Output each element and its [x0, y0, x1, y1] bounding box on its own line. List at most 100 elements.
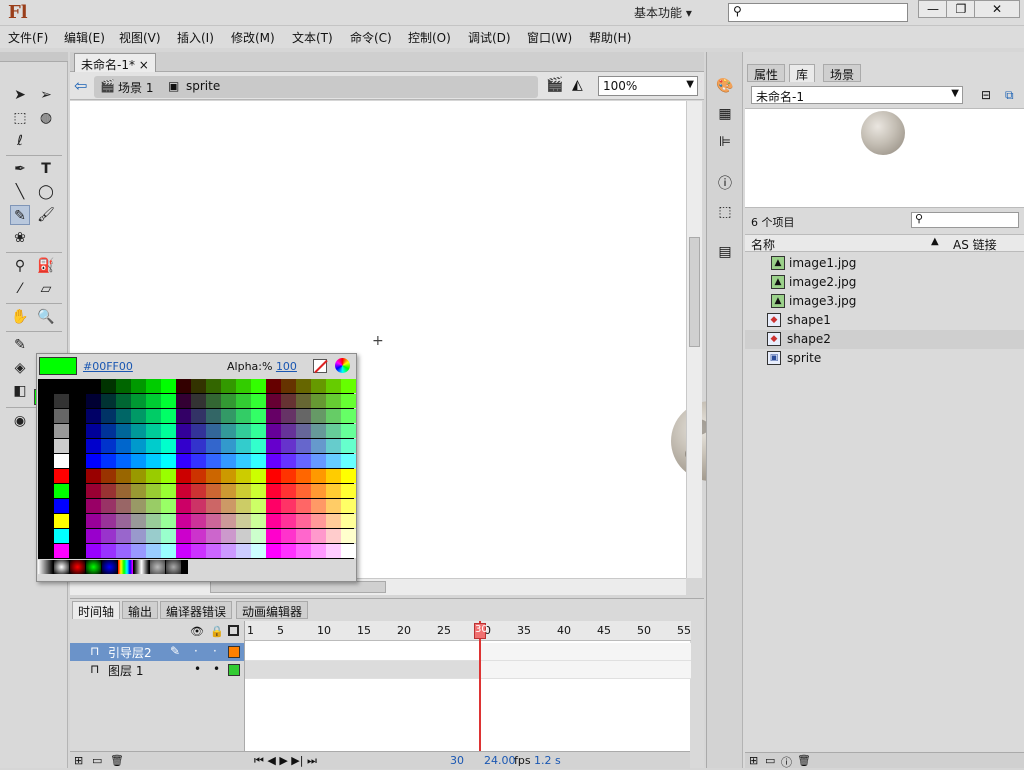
- align-panel-icon[interactable]: ⊫: [715, 132, 735, 152]
- menu-window[interactable]: 窗口(W): [527, 29, 572, 46]
- library-item[interactable]: ▲ image3.jpg: [745, 292, 1024, 311]
- new-folder-icon[interactable]: ▭: [92, 754, 102, 767]
- color-wheel-icon[interactable]: [335, 358, 350, 373]
- layer-color-swatch[interactable]: [228, 646, 240, 658]
- new-folder-icon[interactable]: ▭: [765, 754, 775, 767]
- menu-modify[interactable]: 修改(M): [231, 29, 275, 46]
- eyedropper-tool-icon[interactable]: ⁄: [10, 279, 30, 299]
- edit-scene-icon[interactable]: 🎬: [546, 77, 563, 93]
- workspace-switcher[interactable]: 基本功能 ▾: [634, 3, 710, 22]
- current-frame[interactable]: 30: [450, 754, 464, 767]
- info-panel-icon[interactable]: ⓘ: [715, 174, 735, 194]
- components-panel-icon[interactable]: ▤: [715, 242, 735, 262]
- eye-icon[interactable]: 👁: [190, 625, 204, 638]
- deco-tool-icon[interactable]: ❀: [10, 228, 30, 248]
- help-search-input[interactable]: ⚲: [728, 3, 908, 22]
- oval-tool-icon[interactable]: ◯: [36, 182, 56, 202]
- library-item[interactable]: ◆ shape1: [745, 311, 1024, 330]
- back-arrow-icon[interactable]: ⇦: [74, 76, 87, 95]
- frame-ruler[interactable]: 1 5 10 15 20 25 30 35 40 45 50 55: [245, 621, 691, 641]
- delete-layer-icon[interactable]: 🗑: [110, 754, 124, 767]
- alpha-value[interactable]: 100: [276, 360, 297, 373]
- menu-text[interactable]: 文本(T): [292, 29, 333, 46]
- hand-tool-icon[interactable]: ✋: [10, 307, 30, 327]
- object-drawing-icon[interactable]: ◉: [10, 411, 30, 431]
- column-linkage[interactable]: AS 链接: [953, 236, 997, 253]
- tab-timeline[interactable]: 时间轴: [72, 601, 121, 619]
- menu-control[interactable]: 控制(O): [408, 29, 451, 46]
- close-window-button[interactable]: ✕: [974, 0, 1020, 18]
- menu-debug[interactable]: 调试(D): [468, 29, 511, 46]
- selection-tool-icon[interactable]: ➤: [10, 85, 30, 105]
- layer-color-swatch[interactable]: [228, 664, 240, 676]
- outline-icon[interactable]: [228, 625, 239, 636]
- playhead-marker[interactable]: 30: [474, 623, 488, 639]
- brush-tool-icon[interactable]: 🖌: [36, 205, 56, 225]
- menu-view[interactable]: 视图(V): [119, 29, 161, 46]
- lock-icon[interactable]: 🔒: [210, 625, 224, 638]
- pencil-tool-icon[interactable]: ✎: [10, 205, 30, 225]
- playhead[interactable]: [479, 621, 481, 761]
- color-panel-icon[interactable]: 🎨: [715, 76, 735, 96]
- gradient-swatches[interactable]: [38, 560, 188, 574]
- library-item[interactable]: ◆ shape2: [745, 330, 1024, 349]
- lasso-tool-icon[interactable]: ℓ: [10, 131, 30, 151]
- alpha-field[interactable]: Alpha:% 100: [227, 360, 297, 373]
- minimize-button[interactable]: —: [918, 0, 948, 18]
- zoom-select[interactable]: 100% ▼: [598, 76, 698, 96]
- delete-icon[interactable]: 🗑: [797, 754, 811, 767]
- 3d-rotation-tool-icon[interactable]: ◍: [36, 108, 56, 128]
- text-tool-icon[interactable]: T: [36, 159, 56, 179]
- library-item[interactable]: ▲ image1.jpg: [745, 254, 1024, 273]
- layer-row[interactable]: ⊓ 引导层2 ✎ · ·: [70, 643, 244, 661]
- swatch-grid[interactable]: [38, 379, 356, 559]
- layer-name[interactable]: 图层 1: [108, 662, 143, 679]
- breadcrumb-symbol[interactable]: sprite: [186, 79, 220, 93]
- transform-panel-icon[interactable]: ⬚: [715, 202, 735, 222]
- pin-library-icon[interactable]: ⊟: [981, 88, 991, 102]
- tab-motion-editor[interactable]: 动画编辑器: [236, 601, 309, 619]
- frame-row[interactable]: [245, 643, 691, 661]
- frame-rate[interactable]: 24.00: [484, 754, 516, 767]
- paint-bucket-tool-icon[interactable]: ⛽: [36, 256, 56, 276]
- restore-button[interactable]: ❐: [946, 0, 976, 18]
- new-layer-icon[interactable]: ⊞: [74, 754, 83, 767]
- library-item[interactable]: ▣ sprite: [745, 349, 1024, 368]
- subselection-tool-icon[interactable]: ➢: [36, 85, 56, 105]
- layer-name[interactable]: 引导层2: [108, 644, 152, 661]
- document-tab[interactable]: 未命名-1* ×: [74, 53, 156, 72]
- menu-commands[interactable]: 命令(C): [350, 29, 392, 46]
- edit-symbols-icon[interactable]: ◭: [572, 77, 583, 93]
- pen-tool-icon[interactable]: ✒: [10, 159, 30, 179]
- eraser-tool-icon[interactable]: ▱: [36, 279, 56, 299]
- tab-properties[interactable]: 属性: [747, 64, 786, 82]
- line-tool-icon[interactable]: ╲: [10, 182, 30, 202]
- no-color-icon[interactable]: [313, 359, 328, 374]
- bone-tool-icon[interactable]: ⚲: [10, 256, 30, 276]
- zoom-tool-icon[interactable]: 🔍: [36, 307, 56, 327]
- free-transform-tool-icon[interactable]: ⬚: [10, 108, 30, 128]
- menu-insert[interactable]: 插入(I): [177, 29, 214, 46]
- hex-value[interactable]: #00FF00: [83, 360, 133, 373]
- fill-color-icon[interactable]: ◈: [10, 358, 30, 378]
- toolbox-collapse-bar[interactable]: [0, 52, 68, 62]
- breadcrumb-scene[interactable]: 场景 1: [118, 79, 153, 96]
- menu-file[interactable]: 文件(F): [8, 29, 48, 46]
- menu-help[interactable]: 帮助(H): [589, 29, 631, 46]
- library-document-select[interactable]: 未命名-1 ▼: [751, 86, 963, 104]
- swatches-panel-icon[interactable]: ▦: [715, 104, 735, 124]
- tab-output[interactable]: 输出: [122, 601, 159, 619]
- tab-library[interactable]: 库: [789, 64, 816, 82]
- library-search-input[interactable]: ⚲: [911, 212, 1019, 228]
- stage-vertical-scrollbar[interactable]: [686, 101, 702, 578]
- frame-row[interactable]: [245, 661, 691, 679]
- tab-scene[interactable]: 场景: [823, 64, 862, 82]
- new-symbol-icon[interactable]: ⊞: [749, 754, 758, 767]
- swap-colors-icon[interactable]: ◧: [10, 381, 30, 401]
- menu-edit[interactable]: 编辑(E): [64, 29, 105, 46]
- layer-row[interactable]: ⊓ 图层 1 • •: [70, 661, 244, 679]
- frames-area[interactable]: 1 5 10 15 20 25 30 35 40 45 50 55 30: [244, 621, 691, 761]
- sort-icon[interactable]: ▲: [931, 236, 939, 247]
- stroke-color-icon[interactable]: ✎: [10, 335, 30, 355]
- new-library-panel-icon[interactable]: ⧉: [1005, 88, 1014, 103]
